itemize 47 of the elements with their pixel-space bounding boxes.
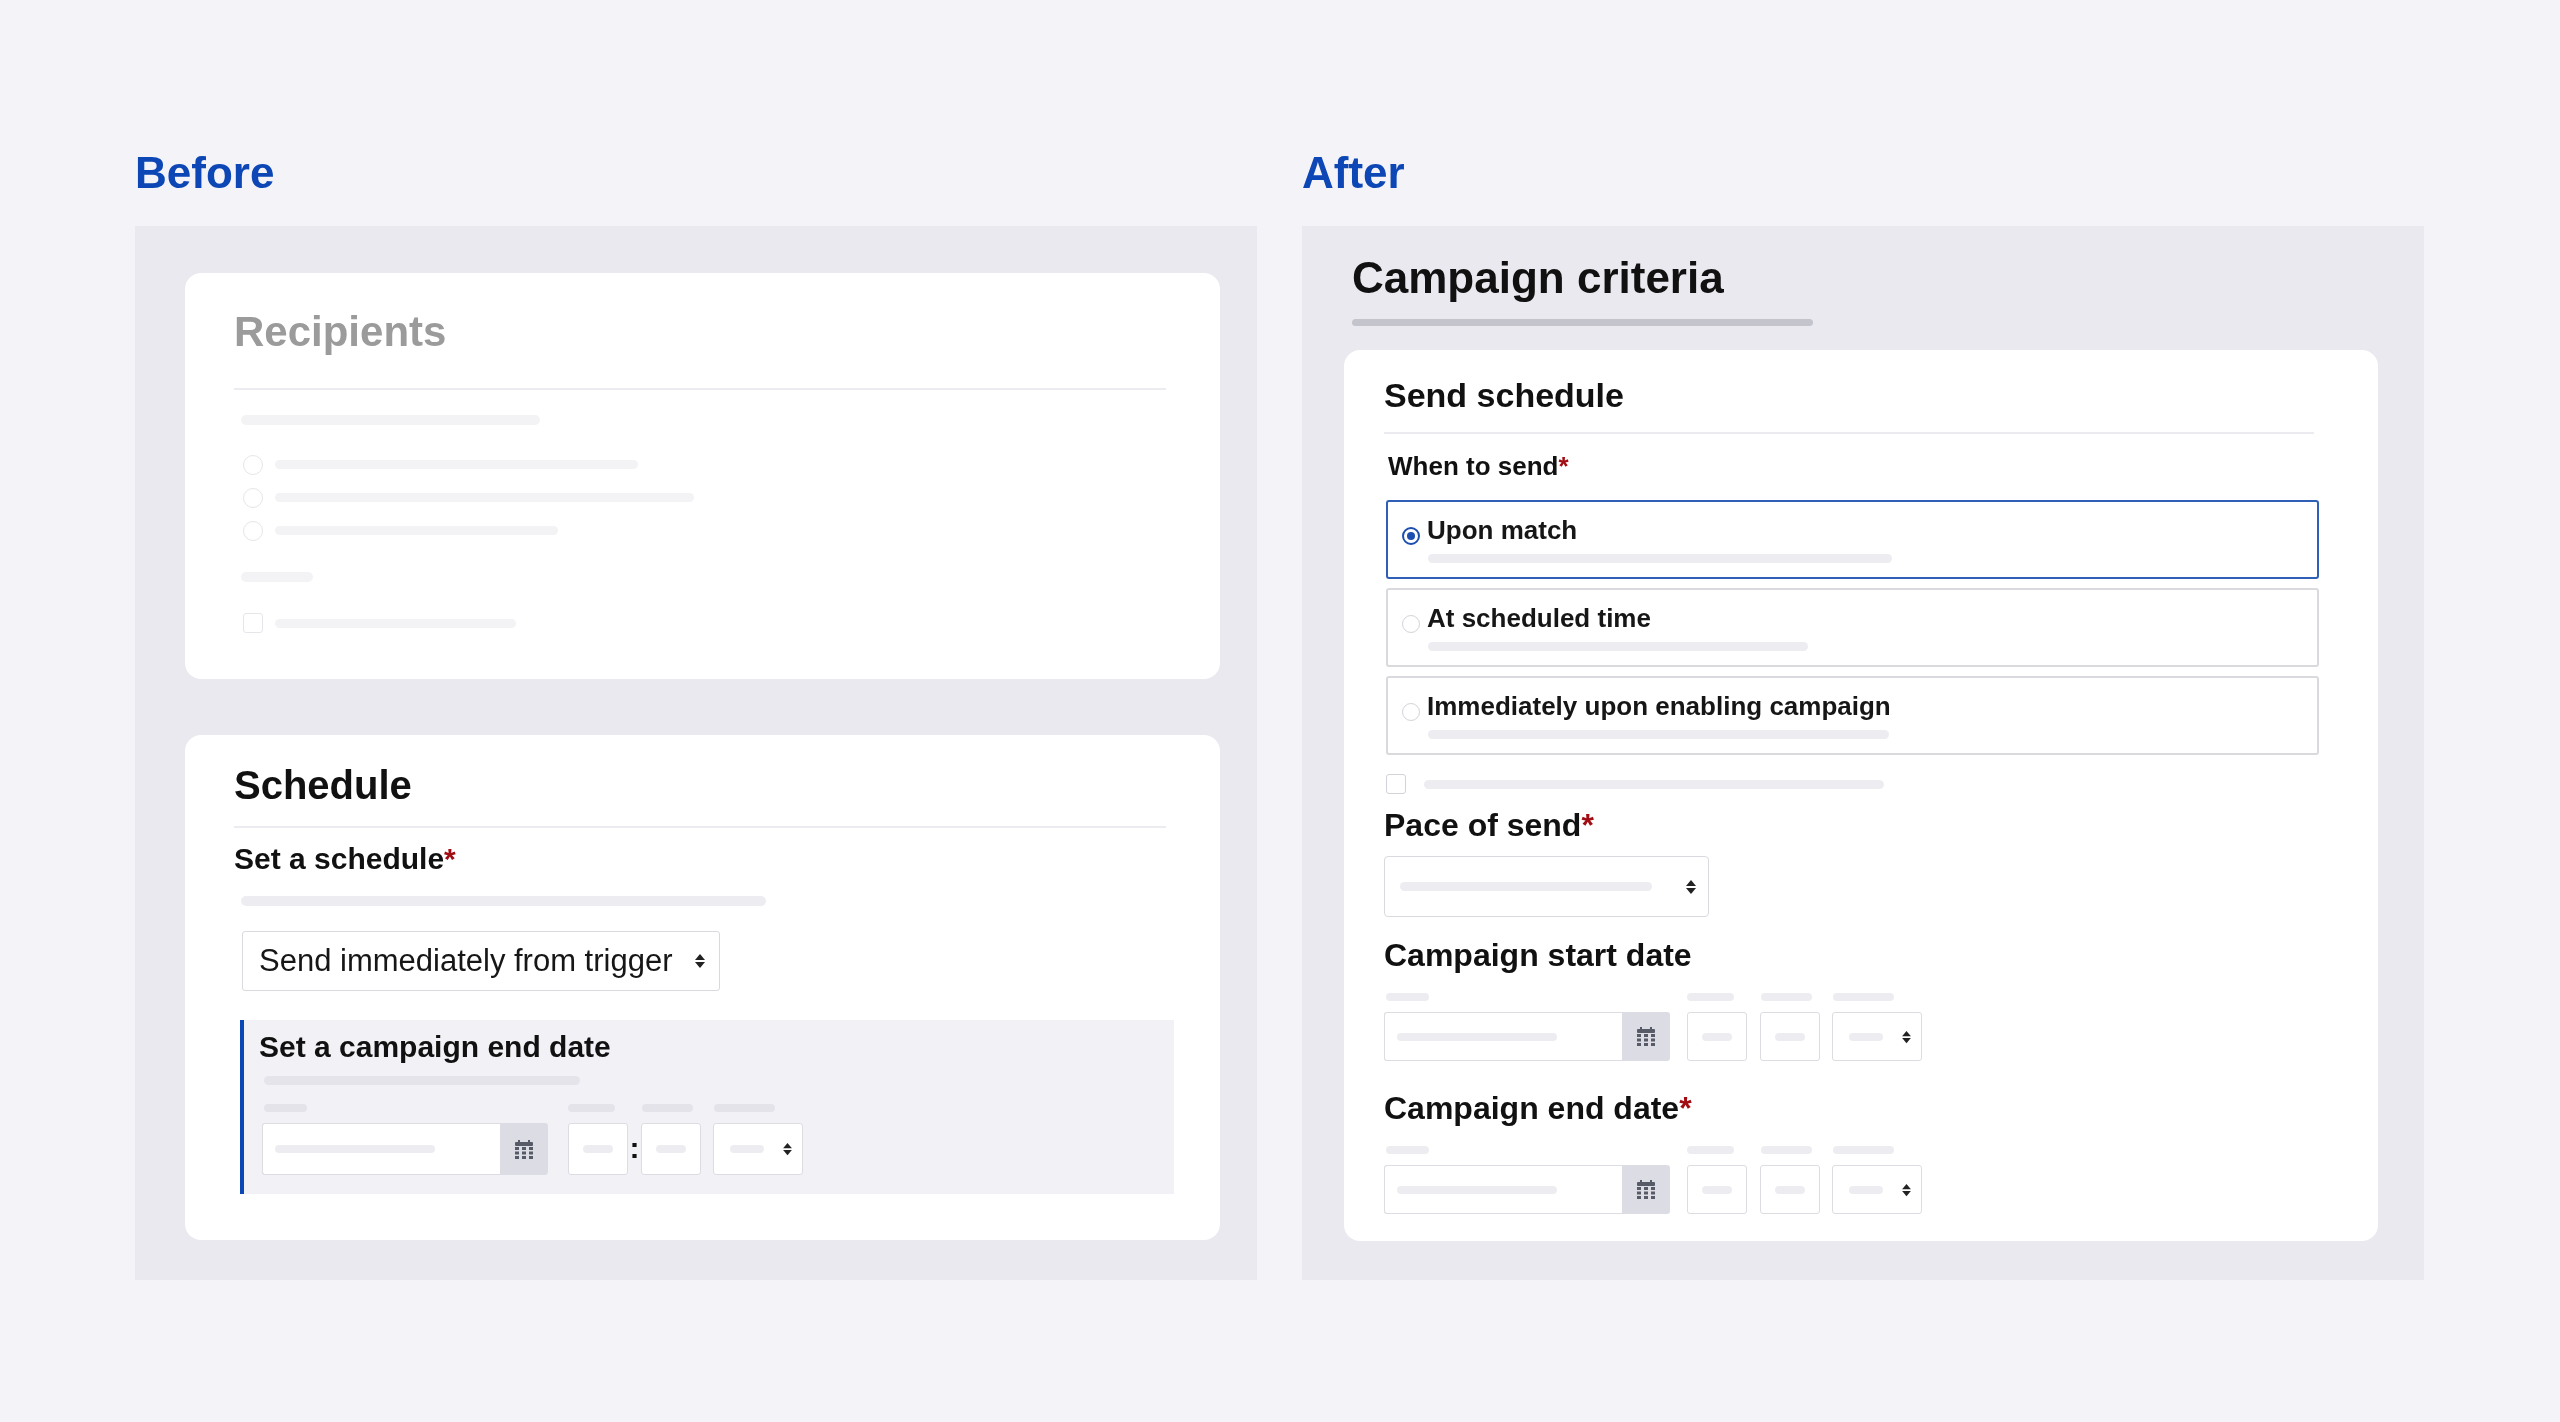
up-down-caret-icon: [1686, 878, 1696, 895]
comparison-heading: Before: [135, 147, 275, 199]
checkbox[interactable]: [1386, 774, 1406, 794]
period-select[interactable]: [1832, 1012, 1922, 1061]
calendar-button[interactable]: [500, 1123, 548, 1175]
card-title: Schedule: [234, 762, 412, 809]
up-down-caret-icon: [1902, 1182, 1911, 1197]
up-down-caret-icon: [783, 1142, 792, 1156]
page-title: Campaign criteria: [1352, 252, 1724, 304]
up-down-caret-icon: [1902, 1029, 1911, 1044]
calendar-icon: [1637, 1027, 1655, 1046]
field-label: Campaign end date*: [1384, 1089, 1692, 1128]
option-card[interactable]: Upon match: [1386, 500, 2319, 579]
option-label: Upon match: [1427, 514, 1578, 547]
calendar-button[interactable]: [1622, 1165, 1670, 1214]
option-label: At scheduled time: [1427, 602, 1651, 635]
time-separator: :: [628, 1130, 641, 1166]
option-card[interactable]: Immediately upon enabling campaign: [1386, 676, 2319, 755]
minute-field[interactable]: [1760, 1165, 1820, 1214]
field-label: Pace of send*: [1384, 806, 1594, 845]
hour-field[interactable]: [1687, 1165, 1747, 1214]
period-select[interactable]: [1832, 1165, 1922, 1214]
up-down-caret-icon: [694, 953, 705, 969]
period-select[interactable]: [713, 1123, 803, 1175]
hour-field[interactable]: [568, 1123, 628, 1175]
field-label: Campaign start date: [1384, 936, 1692, 975]
schedule-select[interactable]: Send immediately from trigger: [242, 931, 720, 991]
hour-field[interactable]: [1687, 1012, 1747, 1061]
calendar-button[interactable]: [1622, 1012, 1670, 1061]
pace-select[interactable]: [1384, 856, 1709, 917]
checkbox[interactable]: [243, 613, 263, 633]
date-field[interactable]: [1384, 1012, 1622, 1061]
section-title: Set a campaign end date: [259, 1029, 611, 1065]
field-label: Set a schedule*: [234, 841, 456, 877]
card-title: Recipients: [234, 307, 447, 357]
field-label: When to send*: [1388, 450, 1569, 483]
date-field[interactable]: [1384, 1165, 1622, 1214]
option-card[interactable]: At scheduled time: [1386, 588, 2319, 667]
minute-field[interactable]: [1760, 1012, 1820, 1061]
card-title: Send schedule: [1384, 375, 1624, 416]
comparison-heading: After: [1302, 147, 1405, 199]
minute-field[interactable]: [641, 1123, 701, 1175]
calendar-icon: [1637, 1180, 1655, 1199]
radio-button[interactable]: [1402, 527, 1420, 545]
date-field[interactable]: [262, 1123, 500, 1175]
calendar-icon: [515, 1139, 533, 1159]
option-label: Immediately upon enabling campaign: [1427, 690, 1891, 723]
